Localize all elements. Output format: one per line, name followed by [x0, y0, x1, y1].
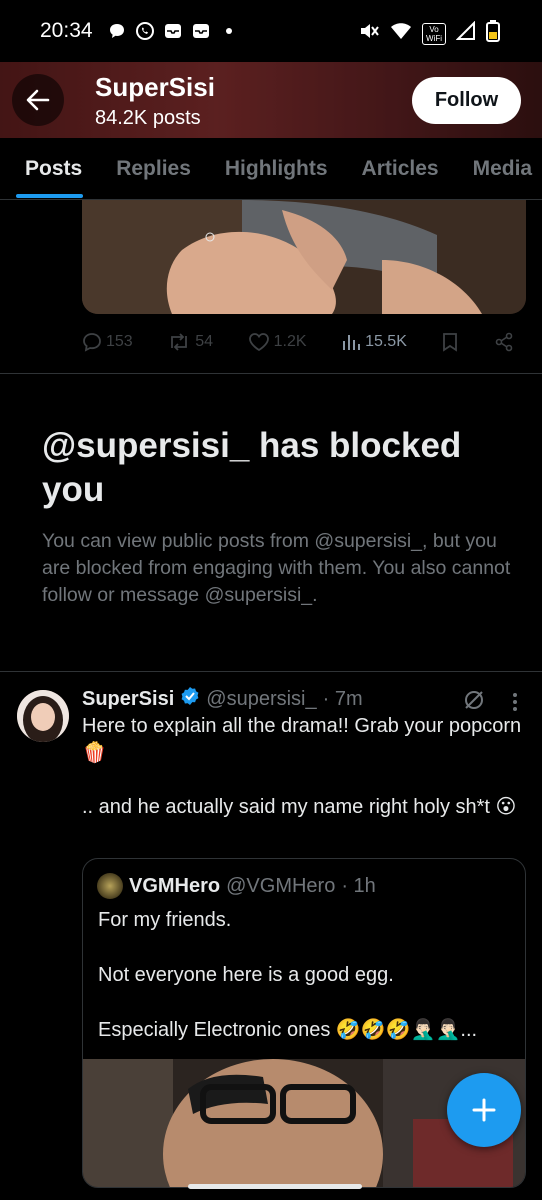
repost-action[interactable]: 54 — [167, 332, 213, 352]
compose-button[interactable] — [447, 1073, 521, 1147]
bookmark-action[interactable] — [441, 332, 459, 352]
plus-icon — [472, 1098, 496, 1122]
like-action[interactable]: 1.2K — [248, 332, 307, 352]
photo-image — [82, 200, 526, 314]
vowifi-icon: Vo WiFi — [422, 22, 446, 45]
mute-icon — [358, 21, 380, 46]
previous-post-image[interactable] — [82, 200, 526, 314]
avatar[interactable] — [17, 690, 69, 742]
tab-highlights[interactable]: Highlights — [208, 138, 345, 199]
views-count: 15.5K — [365, 333, 407, 350]
quote-time: · 1h — [341, 874, 376, 897]
divider — [0, 671, 542, 672]
repost-count: 54 — [195, 333, 214, 350]
system-icons: Vo WiFi — [358, 20, 500, 47]
tab-posts[interactable]: Posts — [0, 138, 99, 199]
quote-text: For my friends. Not everyone here is a g… — [98, 909, 478, 1041]
chat-bubble-icon — [107, 21, 127, 41]
tweet-header: SuperSisi @supersisi_ · 7m — [82, 686, 363, 712]
profile-tabs: Posts Replies Highlights Articles Media — [0, 138, 542, 200]
views-action[interactable]: 15.5K — [341, 332, 407, 352]
quote-author-name: VGMHero — [129, 874, 221, 897]
arrow-left-icon — [26, 89, 50, 111]
bookmark-icon — [443, 333, 458, 352]
repost-icon — [171, 333, 188, 351]
status-bar: 20:34 Vo WiFi — [0, 0, 542, 62]
reply-count: 153 — [106, 333, 133, 350]
blocked-description: You can view public posts from @supersis… — [42, 530, 511, 606]
notification-icons — [107, 21, 239, 41]
posts-count: 84.2K posts — [95, 107, 201, 129]
back-button[interactable] — [12, 74, 64, 126]
tweet-time: · 7m — [322, 687, 363, 710]
avatar-image — [17, 690, 69, 742]
follow-button[interactable]: Follow — [412, 77, 521, 124]
blocked-title: @supersisi_ has blocked you — [42, 426, 462, 509]
author-handle[interactable]: @supersisi_ — [206, 688, 316, 711]
quoted-post[interactable]: VGMHero @VGMHero · 1h For my friends. No… — [82, 858, 526, 1188]
share-action[interactable] — [494, 332, 514, 352]
status-time: 20:34 — [40, 19, 93, 42]
wifi-icon — [390, 22, 412, 45]
reply-icon — [83, 333, 101, 352]
heart-icon — [248, 333, 269, 352]
like-count: 1.2K — [273, 333, 307, 350]
share-icon — [495, 332, 513, 352]
author-name[interactable]: SuperSisi — [82, 688, 174, 711]
divider — [0, 373, 542, 374]
dot-icon — [219, 21, 239, 41]
signal-icon — [455, 20, 476, 46]
tab-media[interactable]: Media — [456, 138, 542, 199]
tweet-text: Here to explain all the drama!! Grab you… — [82, 715, 522, 818]
battery-icon — [486, 20, 500, 47]
home-indicator[interactable] — [188, 1184, 362, 1189]
post-actions: 153 54 1.2K 15.5K — [82, 326, 526, 358]
views-icon — [343, 335, 361, 350]
quote-avatar — [97, 873, 123, 899]
whatsapp-icon — [135, 21, 155, 41]
inbox-icon — [163, 21, 183, 41]
reply-action[interactable]: 153 — [82, 332, 133, 352]
tab-articles[interactable]: Articles — [345, 138, 456, 199]
quote-author-handle: @VGMHero — [226, 874, 336, 897]
profile-name: SuperSisi — [95, 72, 215, 102]
tab-replies[interactable]: Replies — [99, 138, 208, 199]
quote-header: VGMHero @VGMHero · 1h — [97, 873, 376, 899]
verified-badge-icon — [180, 686, 200, 712]
inbox-icon-2 — [191, 21, 211, 41]
